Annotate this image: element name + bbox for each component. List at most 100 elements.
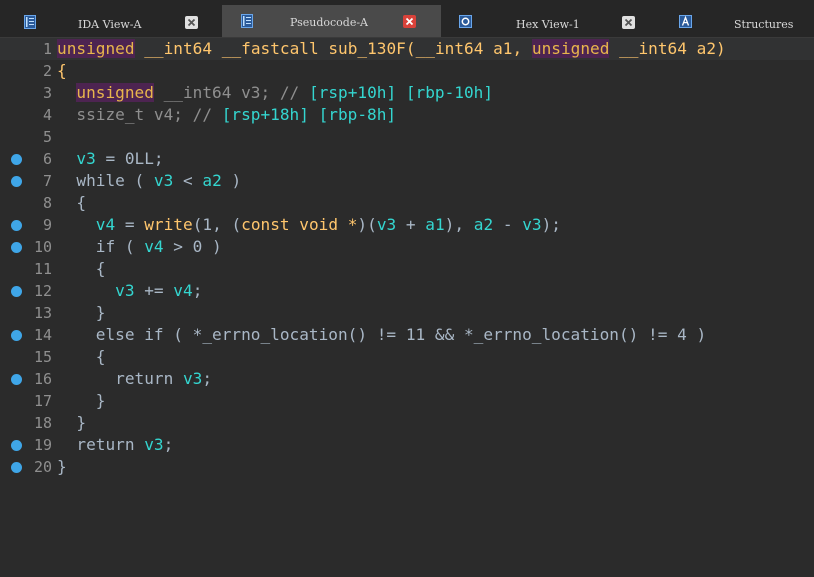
- code-token: (: [405, 39, 416, 58]
- code-text[interactable]: return v3;: [57, 368, 212, 390]
- code-text[interactable]: else if ( *_errno_location() != 11 && *_…: [57, 324, 706, 346]
- code-text[interactable]: v3 = 0LL;: [57, 148, 164, 170]
- code-token: __int64: [619, 39, 687, 58]
- code-text[interactable]: }: [57, 456, 67, 478]
- code-token: {: [57, 61, 67, 80]
- code-token: return: [57, 369, 183, 388]
- code-line[interactable]: 5: [0, 126, 814, 148]
- code-token: ): [716, 39, 726, 58]
- line-number: 14: [33, 326, 52, 344]
- code-token: ;: [202, 369, 213, 388]
- code-token: {: [57, 259, 106, 278]
- code-text[interactable]: }: [57, 302, 106, 324]
- code-text[interactable]: while ( v3 < a2 ): [57, 170, 241, 192]
- code-line[interactable]: 3 unsigned __int64 v3; // [rsp+10h] [rbp…: [0, 82, 814, 104]
- tab-ida-view[interactable]: IDA View-A: [0, 7, 222, 37]
- code-line[interactable]: 18 }: [0, 412, 814, 434]
- line-number: 6: [42, 150, 52, 168]
- code-line[interactable]: 9 v4 = write(1, (const void *)(v3 + a1),…: [0, 214, 814, 236]
- code-token: }: [57, 413, 87, 432]
- code-line[interactable]: 12 v3 += v4;: [0, 280, 814, 302]
- code-text[interactable]: {: [57, 346, 106, 368]
- code-line[interactable]: 19 return v3;: [0, 434, 814, 456]
- code-token: +: [396, 215, 426, 234]
- tab-structures[interactable]: Structures: [661, 7, 814, 37]
- code-line[interactable]: 20}: [0, 456, 814, 478]
- code-token: const void *: [241, 215, 358, 234]
- code-token: __int64: [144, 39, 213, 58]
- code-text[interactable]: v3 += v4;: [57, 280, 202, 302]
- code-text[interactable]: if ( v4 > 0 ): [57, 236, 222, 258]
- code-token: sub_130F: [328, 39, 406, 58]
- code-text[interactable]: {: [57, 258, 106, 280]
- code-token: )(: [357, 215, 377, 234]
- code-token: {: [57, 193, 87, 212]
- close-icon[interactable]: [622, 16, 635, 29]
- code-text[interactable]: unsigned __int64 __fastcall sub_130F(__i…: [57, 38, 726, 60]
- code-token: v3: [144, 435, 164, 454]
- code-token: v4: [95, 215, 116, 234]
- code-line[interactable]: 13 }: [0, 302, 814, 324]
- code-token: v3: [376, 215, 397, 234]
- code-line[interactable]: 8 {: [0, 192, 814, 214]
- tab-pseudocode[interactable]: Pseudocode-A: [222, 5, 441, 37]
- line-number: 8: [42, 194, 52, 212]
- code-line[interactable]: 15 {: [0, 346, 814, 368]
- code-line[interactable]: 11 {: [0, 258, 814, 280]
- code-token: }: [57, 457, 67, 476]
- tab-label: Pseudocode-A: [290, 16, 369, 29]
- code-token: if (: [57, 237, 145, 256]
- code-token: ),: [444, 215, 474, 234]
- ida-view-icon: [24, 15, 36, 29]
- pseudocode-editor[interactable]: 1 unsigned __int64 __fastcall sub_130F(__…: [0, 38, 814, 577]
- code-token: {: [57, 347, 106, 366]
- code-line[interactable]: 10 if ( v4 > 0 ): [0, 236, 814, 258]
- code-token: [rsp+10h] [rbp-10h]: [308, 83, 494, 102]
- code-line[interactable]: 17 }: [0, 390, 814, 412]
- hex-view-icon: [459, 15, 472, 29]
- code-text[interactable]: {: [57, 60, 67, 82]
- line-number: 19: [33, 436, 52, 454]
- code-token: unsigned: [76, 83, 154, 102]
- line-number: 20: [33, 458, 52, 476]
- line-number: 7: [42, 172, 52, 190]
- code-text[interactable]: unsigned __int64 v3; // [rsp+10h] [rbp-1…: [57, 82, 493, 104]
- code-text[interactable]: return v3;: [57, 434, 173, 456]
- code-line[interactable]: 14 else if ( *_errno_location() != 11 &&…: [0, 324, 814, 346]
- code-token: ;: [192, 281, 203, 300]
- code-token: = 0LL;: [95, 149, 164, 168]
- line-number: 18: [33, 414, 52, 432]
- code-line[interactable]: 6 v3 = 0LL;: [0, 148, 814, 170]
- line-number: 3: [42, 84, 52, 102]
- code-token: a1: [425, 215, 445, 234]
- code-token: ): [221, 171, 242, 190]
- code-line[interactable]: 4 ssize_t v4; // [rsp+18h] [rbp-8h]: [0, 104, 814, 126]
- code-text[interactable]: ssize_t v4; // [rsp+18h] [rbp-8h]: [57, 104, 396, 126]
- code-token: =: [115, 215, 145, 234]
- code-token: (1, (: [192, 215, 242, 234]
- tab-hex-view[interactable]: Hex View-1: [441, 7, 661, 37]
- tab-label: IDA View-A: [78, 18, 142, 31]
- code-text[interactable]: }: [57, 412, 86, 434]
- code-text[interactable]: }: [57, 390, 106, 412]
- code-line[interactable]: 7 while ( v3 < a2 ): [0, 170, 814, 192]
- close-icon[interactable]: [403, 15, 416, 28]
- code-token: a2: [473, 215, 494, 234]
- code-token: a2: [202, 171, 222, 190]
- line-number: 15: [33, 348, 52, 366]
- code-token: ssize_t v4; //: [57, 105, 222, 124]
- close-icon[interactable]: [185, 16, 198, 29]
- code-text[interactable]: v4 = write(1, (const void *)(v3 + a1), a…: [57, 214, 561, 236]
- code-line[interactable]: 16 return v3;: [0, 368, 814, 390]
- code-line[interactable]: 2{: [0, 60, 814, 82]
- code-line[interactable]: 1 unsigned __int64 __fastcall sub_130F(__…: [0, 38, 814, 60]
- tab-label: Structures: [734, 18, 794, 31]
- code-token: write: [144, 215, 193, 234]
- code-text[interactable]: {: [57, 192, 86, 214]
- line-number: 17: [33, 392, 52, 410]
